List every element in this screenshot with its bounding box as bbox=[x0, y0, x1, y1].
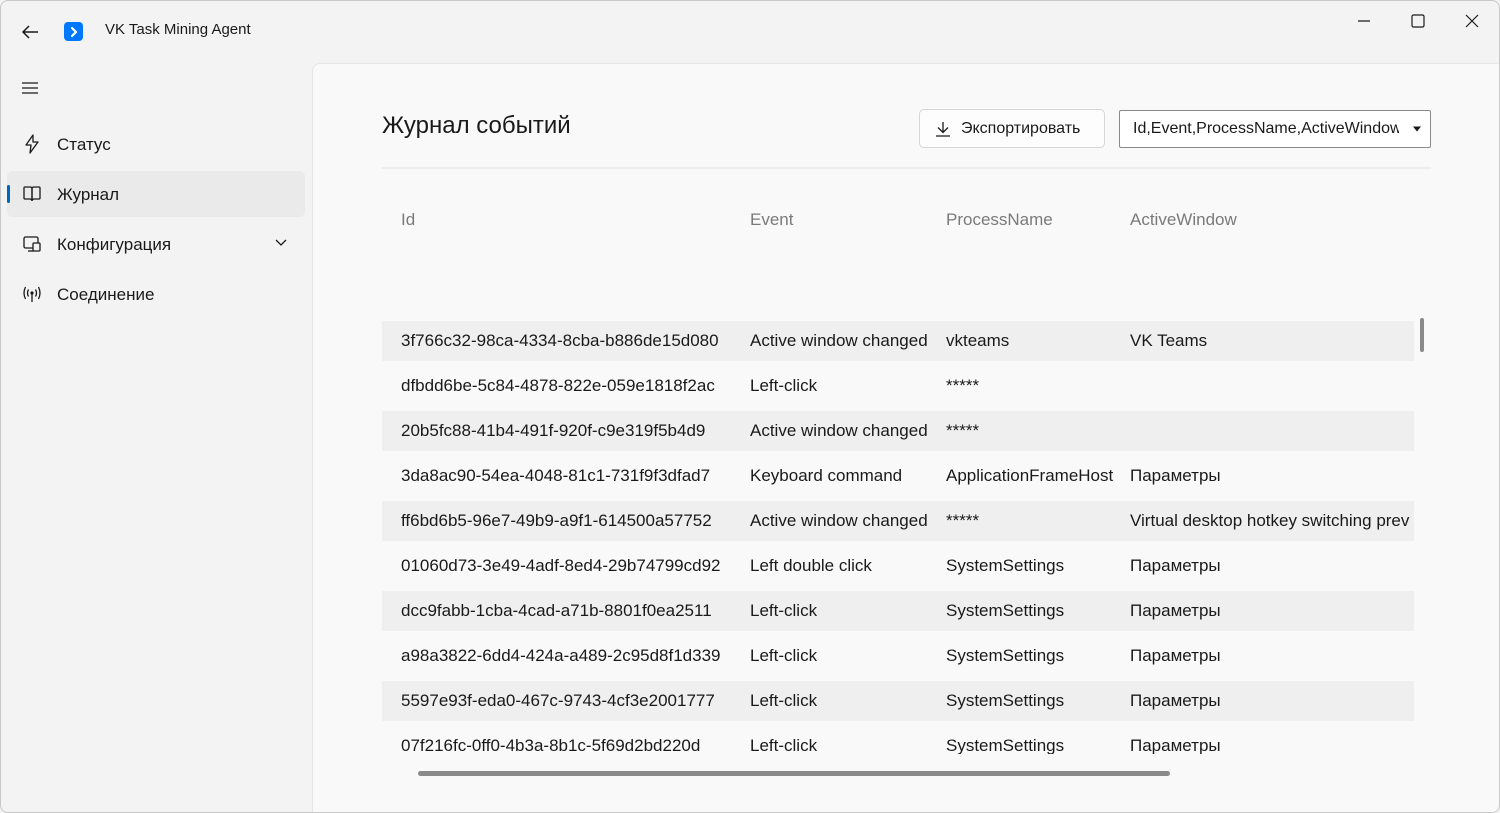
table-row[interactable]: 3da8ac90-54ea-4048-81c1-731f9f3dfad7 Keyb… bbox=[382, 456, 1414, 496]
cell-processname: SystemSettings bbox=[946, 736, 1065, 754]
maximize-button[interactable] bbox=[1391, 1, 1445, 41]
cell-event: Left-click bbox=[750, 736, 818, 754]
cell-processname: SystemSettings bbox=[946, 601, 1065, 620]
export-button-label: Экспортировать bbox=[961, 120, 1081, 137]
export-button[interactable]: Экспортировать bbox=[919, 109, 1105, 148]
app-title: VK Task Mining Agent bbox=[105, 21, 251, 38]
cell-activewindow: Параметры bbox=[1130, 601, 1221, 620]
cell-activewindow: Параметры bbox=[1130, 466, 1221, 485]
sidebar-item-journal[interactable]: Журнал bbox=[7, 171, 305, 217]
column-header-processname[interactable]: ProcessName bbox=[946, 210, 1053, 230]
download-icon bbox=[936, 122, 950, 137]
chevron-down-icon bbox=[273, 235, 289, 251]
cell-id: ff6bd6b5-96e7-49b9-a9f1-614500a57752 bbox=[401, 511, 712, 530]
active-indicator bbox=[7, 185, 10, 203]
caret-down-icon bbox=[1413, 126, 1421, 132]
columns-select[interactable]: Id,Event,ProcessName,ActiveWindow bbox=[1119, 110, 1431, 148]
vertical-scrollbar[interactable] bbox=[1420, 318, 1424, 352]
page-title: Журнал событий bbox=[382, 112, 571, 139]
sidebar-item-connection[interactable]: Соединение bbox=[7, 271, 305, 317]
sidebar-item-label: Журнал bbox=[57, 185, 120, 204]
cell-event: Active window changed bbox=[750, 511, 928, 530]
content-panel: Журнал событий Экспортировать Id,Event,P… bbox=[312, 63, 1499, 812]
divider bbox=[382, 167, 1431, 169]
cell-id: 01060d73-3e49-4adf-8ed4-29b74799cd92 bbox=[401, 556, 721, 575]
menu-toggle-button[interactable] bbox=[15, 73, 45, 103]
cell-id: dfbdd6be-5c84-4878-822e-059e1818f2ac bbox=[401, 376, 715, 395]
table-row[interactable]: 01060d73-3e49-4adf-8ed4-29b74799cd92 Left… bbox=[382, 546, 1414, 586]
table-row[interactable]: 5597e93f-eda0-467c-9743-4cf3e2001777 Left… bbox=[382, 681, 1414, 721]
cell-activewindow: Параметры bbox=[1130, 691, 1221, 710]
column-header-id[interactable]: Id bbox=[401, 210, 415, 230]
hamburger-icon bbox=[22, 82, 38, 94]
cell-event: Left double click bbox=[750, 556, 872, 575]
cell-processname: ***** bbox=[946, 421, 980, 440]
events-table: Id Event ProcessName ActiveWindow 3f766c… bbox=[382, 194, 1414, 754]
cell-id: dcc9fabb-1cba-4cad-a71b-8801f0ea2511 bbox=[401, 601, 712, 620]
table-row[interactable]: ff6bd6b5-96e7-49b9-a9f1-614500a57752 Acti… bbox=[382, 501, 1414, 541]
cell-activewindow: VK Teams bbox=[1130, 331, 1208, 350]
cell-event: Active window changed bbox=[750, 331, 928, 350]
cell-processname: ApplicationFrameHost bbox=[946, 466, 1114, 485]
cell-id: 3f766c32-98ca-4334-8cba-b886de15d080 bbox=[401, 331, 719, 350]
cell-activewindow: Virtual desktop hotkey switching prev bbox=[1130, 511, 1410, 530]
cell-processname: SystemSettings bbox=[946, 556, 1065, 575]
cell-event: Left-click bbox=[750, 376, 818, 395]
cell-processname: SystemSettings bbox=[946, 646, 1065, 665]
app-window: VK Task Mining Agent Статус Журнал Конфи… bbox=[0, 0, 1500, 813]
sidebar-item-label: Статус bbox=[57, 135, 111, 154]
cell-id: 20b5fc88-41b4-491f-920f-c9e319f5b4d9 bbox=[401, 421, 706, 440]
app-logo-icon bbox=[64, 22, 83, 41]
column-header-activewindow[interactable]: ActiveWindow bbox=[1130, 210, 1237, 230]
sidebar-item-status[interactable]: Статус bbox=[7, 121, 305, 167]
cell-event: Left-click bbox=[750, 646, 818, 665]
cell-event: Keyboard command bbox=[750, 466, 903, 485]
table-row[interactable]: 3f766c32-98ca-4334-8cba-b886de15d080 Acti… bbox=[382, 321, 1414, 361]
minimize-icon bbox=[1358, 20, 1370, 22]
book-icon bbox=[21, 183, 43, 205]
sidebar-item-label: Конфигурация bbox=[57, 235, 172, 254]
close-icon bbox=[1465, 14, 1479, 28]
column-header-event[interactable]: Event bbox=[750, 210, 793, 230]
sidebar-item-configuration[interactable]: Конфигурация bbox=[7, 221, 305, 267]
table-row[interactable]: 07f216fc-0ff0-4b3a-8b1c-5f69d2bd220d Left… bbox=[382, 726, 1414, 754]
cell-event: Left-click bbox=[750, 601, 818, 620]
title-bar: VK Task Mining Agent bbox=[1, 1, 1499, 61]
antenna-icon bbox=[21, 283, 43, 305]
cell-activewindow: Параметры bbox=[1130, 556, 1221, 575]
cell-event: Active window changed bbox=[750, 421, 928, 440]
columns-select-value: Id,Event,ProcessName,ActiveWindow bbox=[1133, 120, 1399, 137]
maximize-icon bbox=[1411, 14, 1425, 28]
table-row[interactable]: dfbdd6be-5c84-4878-822e-059e1818f2ac Left… bbox=[382, 366, 1414, 406]
back-button[interactable] bbox=[15, 17, 45, 47]
cell-processname: ***** bbox=[946, 376, 980, 395]
cell-processname: ***** bbox=[946, 511, 980, 530]
cell-id: a98a3822-6dd4-424a-a489-2c95d8f1d339 bbox=[401, 646, 721, 665]
table-row[interactable]: 20b5fc88-41b4-491f-920f-c9e319f5b4d9 Acti… bbox=[382, 411, 1414, 451]
table-row[interactable]: dcc9fabb-1cba-4cad-a71b-8801f0ea2511 Left… bbox=[382, 591, 1414, 631]
lightning-icon bbox=[21, 133, 43, 155]
cell-processname: vkteams bbox=[946, 331, 1010, 350]
sidebar-item-label: Соединение bbox=[57, 285, 155, 304]
minimize-button[interactable] bbox=[1337, 1, 1391, 41]
arrow-left-icon bbox=[21, 25, 38, 39]
cell-id: 07f216fc-0ff0-4b3a-8b1c-5f69d2bd220d bbox=[401, 736, 701, 754]
close-button[interactable] bbox=[1445, 1, 1499, 41]
cell-processname: SystemSettings bbox=[946, 691, 1065, 710]
horizontal-scrollbar[interactable] bbox=[418, 771, 1170, 776]
table-row[interactable]: a98a3822-6dd4-424a-a489-2c95d8f1d339 Left… bbox=[382, 636, 1414, 676]
cell-activewindow: Параметры bbox=[1130, 646, 1221, 665]
cell-activewindow: Параметры bbox=[1130, 736, 1221, 754]
cell-event: Left-click bbox=[750, 691, 818, 710]
cell-id: 3da8ac90-54ea-4048-81c1-731f9f3dfad7 bbox=[401, 466, 711, 485]
cell-id: 5597e93f-eda0-467c-9743-4cf3e2001777 bbox=[401, 691, 715, 710]
monitor-settings-icon bbox=[21, 233, 43, 255]
